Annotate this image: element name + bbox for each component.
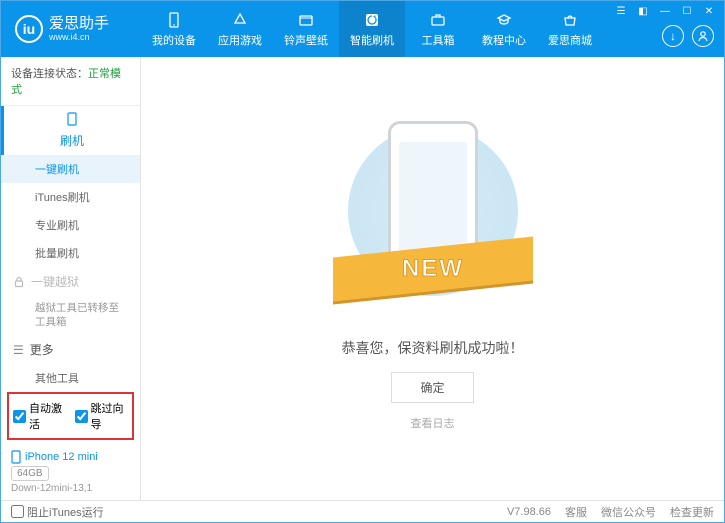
nav-ringtones[interactable]: 铃声壁纸 <box>273 1 339 57</box>
nav-tutorials[interactable]: 教程中心 <box>471 1 537 57</box>
main-panel: NEW 恭喜您，保资料刷机成功啦！ 确定 查看日志 <box>141 57 724 500</box>
app-name: 爱思助手 <box>49 16 109 33</box>
sidebar-item-other[interactable]: 其他工具 <box>1 364 140 388</box>
download-icon[interactable]: ↓ <box>662 25 684 47</box>
sidebar-item-pro[interactable]: 专业刷机 <box>1 211 140 239</box>
sidebar-jailbreak-note: 越狱工具已转移至工具箱 <box>1 296 140 335</box>
phone-icon <box>11 450 21 464</box>
user-icon[interactable] <box>692 25 714 47</box>
storage-badge: 64GB <box>11 466 49 481</box>
checkbox-skip-guide[interactable]: 跳过向导 <box>75 400 129 432</box>
lock-icon <box>13 276 25 288</box>
sidebar: 设备连接状态：正常模式 刷机 一键刷机 iTunes刷机 专业刷机 批量刷机 一… <box>1 57 141 500</box>
toolbox-icon <box>429 11 447 29</box>
success-illustration: NEW <box>358 116 508 316</box>
phone-icon <box>165 11 183 29</box>
checkbox-block-itunes[interactable]: 阻止iTunes运行 <box>11 504 104 520</box>
sidebar-item-oneclick[interactable]: 一键刷机 <box>1 155 140 183</box>
connection-status: 设备连接状态：正常模式 <box>1 57 140 106</box>
logo-area: iu 爱思助手 www.i4.cn <box>1 15 141 43</box>
header-right: ↓ <box>662 25 714 47</box>
phone-icon <box>66 112 78 126</box>
device-block[interactable]: iPhone 12 mini 64GB Down-12mini-13,1 <box>1 444 140 500</box>
wechat-link[interactable]: 微信公众号 <box>601 504 656 520</box>
logo-icon: iu <box>15 15 43 43</box>
nav-toolbox[interactable]: 工具箱 <box>405 1 471 57</box>
update-link[interactable]: 检查更新 <box>670 504 714 520</box>
nav-apps[interactable]: 应用游戏 <box>207 1 273 57</box>
minimize-icon[interactable]: — <box>656 4 674 18</box>
apps-icon <box>231 11 249 29</box>
hat-icon <box>495 11 513 29</box>
skin-icon[interactable]: ◧ <box>634 4 652 18</box>
options-highlight: 自动激活 跳过向导 <box>7 392 134 440</box>
checkbox-auto-activate[interactable]: 自动激活 <box>13 400 67 432</box>
maximize-icon[interactable]: ☐ <box>678 4 696 18</box>
close-icon[interactable]: ✕ <box>700 4 718 18</box>
status-bar: 阻止iTunes运行 V7.98.66 客服 微信公众号 检查更新 <box>1 500 724 522</box>
app-header: iu 爱思助手 www.i4.cn 我的设备 应用游戏 铃声壁纸 智能刷机 工具… <box>1 1 724 57</box>
nav-flash[interactable]: 智能刷机 <box>339 1 405 57</box>
ok-button[interactable]: 确定 <box>391 372 473 403</box>
sidebar-item-batch[interactable]: 批量刷机 <box>1 239 140 267</box>
window-controls: ☰ ◧ — ☐ ✕ <box>612 4 718 18</box>
wallet-icon <box>297 11 315 29</box>
sidebar-group-flash[interactable]: 刷机 <box>1 106 140 155</box>
sidebar-group-more[interactable]: ☰ 更多 <box>1 335 140 364</box>
app-url: www.i4.cn <box>49 32 109 42</box>
version-label: V7.98.66 <box>507 506 551 518</box>
service-link[interactable]: 客服 <box>565 504 587 520</box>
nav-my-device[interactable]: 我的设备 <box>141 1 207 57</box>
refresh-icon <box>363 11 381 29</box>
sidebar-group-jailbreak[interactable]: 一键越狱 <box>1 267 140 296</box>
sidebar-item-itunes[interactable]: iTunes刷机 <box>1 183 140 211</box>
store-icon <box>561 11 579 29</box>
nav-store[interactable]: 爱思商城 <box>537 1 603 57</box>
device-meta: Down-12mini-13,1 <box>11 483 130 494</box>
menu-icon[interactable]: ☰ <box>612 4 630 18</box>
device-name: iPhone 12 mini <box>11 450 130 464</box>
menu-icon: ☰ <box>13 343 24 357</box>
view-log-link[interactable]: 查看日志 <box>411 415 455 431</box>
success-message: 恭喜您，保资料刷机成功啦！ <box>342 338 524 358</box>
